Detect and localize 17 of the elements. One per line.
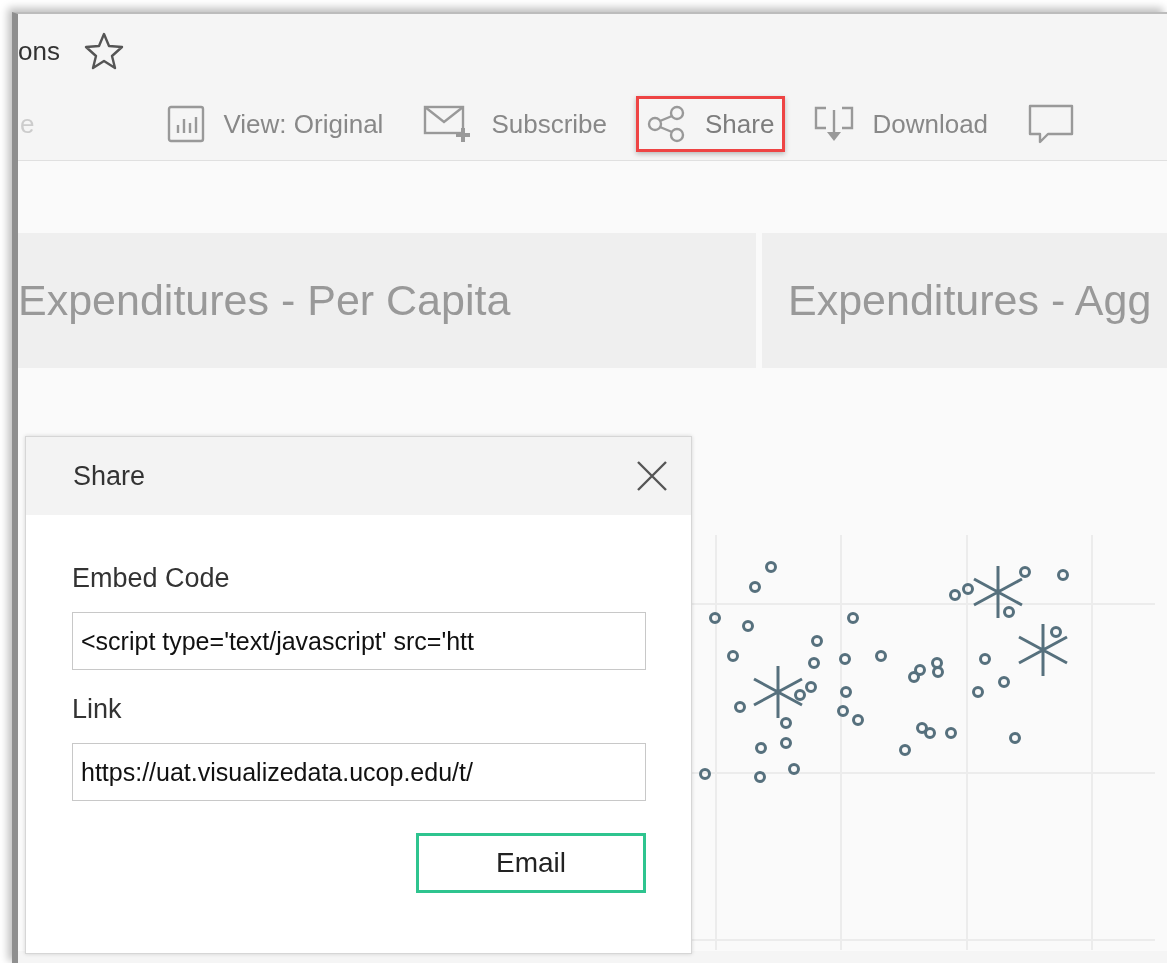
speech-bubble-icon bbox=[1028, 104, 1075, 144]
sheet-tab[interactable]: Expenditures - Agg bbox=[762, 233, 1167, 368]
email-button[interactable]: Email bbox=[416, 833, 646, 893]
text-field[interactable]: <script type='text/javascript' src='htt bbox=[72, 612, 646, 670]
chart-icon bbox=[167, 105, 206, 143]
field-label: Embed Code bbox=[72, 563, 231, 594]
download-button[interactable]: Download bbox=[803, 95, 1000, 153]
view-button[interactable]: View: Original bbox=[156, 96, 395, 152]
sheet-tab[interactable]: Expenditures - Per Capita bbox=[18, 233, 756, 368]
text-field[interactable]: https://uat.visualizedata.ucop.edu/t/ bbox=[72, 743, 646, 801]
field-label: Link bbox=[72, 694, 123, 725]
close-icon[interactable] bbox=[635, 459, 669, 493]
page-title: ons bbox=[18, 35, 60, 67]
favorite-star-icon[interactable] bbox=[83, 32, 124, 70]
dialog-title: Share bbox=[73, 460, 146, 492]
share-button[interactable]: Share bbox=[636, 96, 786, 152]
subscribe-button[interactable]: Subscribe bbox=[412, 96, 619, 152]
